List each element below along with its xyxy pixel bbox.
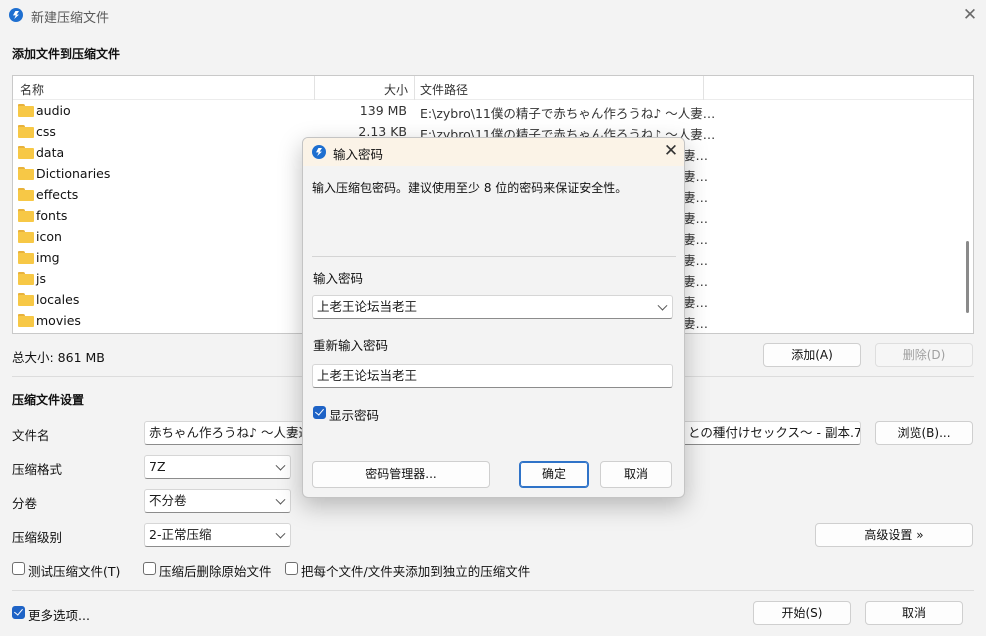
- column-header-size[interactable]: 大小: [384, 81, 408, 98]
- total-size: 总大小: 861 MB: [12, 350, 105, 365]
- file-name: icon: [36, 229, 62, 244]
- file-name: data: [36, 145, 65, 160]
- file-path: 妻…: [683, 169, 709, 184]
- title-bar: 新建压缩文件 ✕: [0, 0, 986, 32]
- separate-archives-label[interactable]: 把每个文件/文件夹添加到独立的压缩文件: [301, 561, 530, 580]
- chevron-down-icon: [275, 528, 286, 539]
- bolt-icon: [312, 145, 326, 159]
- filename-input-tail[interactable]: との種付けセックス～ - 副本.7z: [684, 421, 861, 445]
- dialog-message: 输入压缩包密码。建议使用至少 8 位的密码来保证安全性。: [312, 181, 628, 195]
- delete-after-label[interactable]: 压缩后删除原始文件: [159, 561, 272, 580]
- dialog-cancel-button[interactable]: 取消: [600, 461, 672, 488]
- delete-button[interactable]: 删除(D): [875, 343, 973, 367]
- folder-icon: [18, 230, 34, 243]
- level-value: 2-正常压缩: [149, 527, 212, 542]
- password-manager-button[interactable]: 密码管理器...: [312, 461, 490, 488]
- show-password-label[interactable]: 显示密码: [329, 405, 379, 424]
- cancel-button[interactable]: 取消: [865, 601, 963, 625]
- column-header-path[interactable]: 文件路径: [420, 81, 468, 98]
- confirm-password-label: 重新输入密码: [313, 338, 389, 353]
- file-list-scrollbar[interactable]: [961, 76, 973, 333]
- format-select[interactable]: 7Z: [144, 455, 291, 479]
- file-name: Dictionaries: [36, 166, 111, 181]
- file-path: 妻…: [683, 295, 709, 310]
- chevron-down-icon: [275, 494, 286, 505]
- level-select[interactable]: 2-正常压缩: [144, 523, 291, 547]
- dialog-title: 输入密码: [333, 147, 384, 162]
- file-name: effects: [36, 187, 79, 202]
- file-name: audio: [36, 103, 71, 118]
- file-path: 妻…: [683, 274, 709, 289]
- file-name: locales: [36, 292, 80, 307]
- add-button[interactable]: 添加(A): [763, 343, 861, 367]
- folder-icon: [18, 314, 34, 327]
- bolt-icon: [9, 8, 23, 22]
- folder-icon: [18, 188, 34, 201]
- folder-icon: [18, 125, 34, 138]
- file-path: 妻…: [683, 253, 709, 268]
- file-size: 139 MB: [359, 103, 407, 118]
- file-path: 妻…: [683, 190, 709, 205]
- divider: [12, 590, 974, 591]
- folder-icon: [18, 272, 34, 285]
- test-archive-label[interactable]: 测试压缩文件(T): [28, 561, 120, 580]
- file-row[interactable]: audio 139 MB E:\zybro\11僕の精子で赤ちゃん作ろうね♪ ～…: [13, 100, 963, 121]
- ok-button[interactable]: 确定: [519, 461, 589, 488]
- folder-icon: [18, 167, 34, 180]
- level-label: 压缩级别: [12, 530, 63, 545]
- password-value: 上老王论坛当老王: [317, 299, 418, 314]
- format-label: 压缩格式: [12, 462, 63, 477]
- folder-icon: [18, 209, 34, 222]
- settings-heading: 压缩文件设置: [12, 393, 85, 407]
- close-icon[interactable]: ✕: [960, 5, 980, 25]
- password-dialog: 输入密码 ✕ 输入压缩包密码。建议使用至少 8 位的密码来保证安全性。 输入密码…: [302, 137, 685, 498]
- volume-value: 不分卷: [149, 493, 187, 508]
- separate-archives-checkbox[interactable]: [285, 562, 298, 575]
- file-name: css: [36, 124, 56, 139]
- filename-label: 文件名: [12, 428, 50, 443]
- format-value: 7Z: [149, 459, 166, 474]
- chevron-down-icon[interactable]: [657, 300, 668, 311]
- folder-icon: [18, 146, 34, 159]
- advanced-settings-button[interactable]: 高级设置 »: [815, 523, 973, 547]
- more-options-checkbox[interactable]: [12, 606, 25, 619]
- chevron-down-icon: [275, 460, 286, 471]
- file-name: movies: [36, 313, 81, 328]
- test-archive-checkbox[interactable]: [12, 562, 25, 575]
- file-name: fonts: [36, 208, 68, 223]
- folder-icon: [18, 251, 34, 264]
- file-path: E:\zybro\11僕の精子で赤ちゃん作ろうね♪ ～人妻…: [420, 106, 716, 121]
- password-label: 输入密码: [313, 271, 364, 286]
- filename-input[interactable]: 赤ちゃん作ろうね♪ ～人妻達と: [144, 421, 304, 445]
- show-password-checkbox[interactable]: [313, 406, 326, 419]
- delete-after-checkbox[interactable]: [143, 562, 156, 575]
- file-path: 妻…: [683, 316, 709, 331]
- volume-label: 分卷: [12, 496, 38, 511]
- column-header-name[interactable]: 名称: [20, 81, 44, 98]
- confirm-password-input[interactable]: 上老王论坛当老王: [312, 364, 673, 388]
- volume-select[interactable]: 不分卷: [144, 489, 291, 513]
- file-path: 妻…: [683, 232, 709, 247]
- dialog-title-bar: 输入密码 ✕: [303, 138, 684, 166]
- file-path: 妻…: [683, 211, 709, 226]
- start-button[interactable]: 开始(S): [753, 601, 851, 625]
- add-files-heading: 添加文件到压缩文件: [12, 47, 121, 61]
- password-input[interactable]: 上老王论坛当老王: [312, 295, 673, 319]
- folder-icon: [18, 293, 34, 306]
- folder-icon: [18, 104, 34, 117]
- browse-button[interactable]: 浏览(B)...: [875, 421, 973, 445]
- file-path: 妻…: [683, 148, 709, 163]
- file-name: img: [36, 250, 60, 265]
- file-name: js: [36, 271, 46, 286]
- divider: [312, 256, 676, 257]
- scrollbar-thumb[interactable]: [966, 241, 969, 313]
- more-options-label[interactable]: 更多选项...: [28, 605, 90, 624]
- file-list-header: 名称 大小 文件路径: [13, 76, 973, 100]
- window-title: 新建压缩文件: [31, 11, 110, 26]
- close-icon[interactable]: ✕: [661, 141, 681, 161]
